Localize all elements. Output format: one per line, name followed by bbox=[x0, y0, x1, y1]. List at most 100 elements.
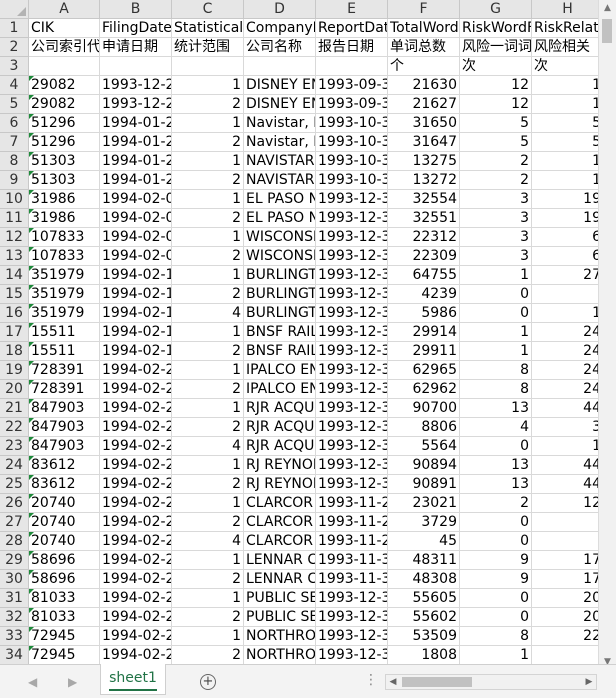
cell-c9[interactable]: 2 bbox=[172, 171, 244, 190]
cell-f15[interactable]: 4239 bbox=[388, 285, 460, 304]
cell-g8[interactable]: 2 bbox=[460, 152, 532, 171]
cell-e6[interactable]: 1993-10-3 bbox=[316, 114, 388, 133]
column-header-g[interactable]: G bbox=[460, 0, 532, 19]
cell-d11[interactable]: EL PASO N bbox=[244, 209, 316, 228]
cell-c17[interactable]: 1 bbox=[172, 323, 244, 342]
cell-a23[interactable]: 847903 bbox=[29, 437, 100, 456]
cell-c3[interactable] bbox=[172, 57, 244, 76]
cell-g19[interactable]: 8 bbox=[460, 361, 532, 380]
cell-f6[interactable]: 31650 bbox=[388, 114, 460, 133]
cell-e16[interactable]: 1993-12-3 bbox=[316, 304, 388, 323]
cell-b18[interactable]: 1994-02-1 bbox=[100, 342, 172, 361]
cell-e10[interactable]: 1993-12-3 bbox=[316, 190, 388, 209]
cell-h9[interactable]: 1 bbox=[532, 171, 598, 190]
cell-d4[interactable]: DISNEY EN bbox=[244, 76, 316, 95]
cell-f26[interactable]: 23021 bbox=[388, 494, 460, 513]
cell-g24[interactable]: 13 bbox=[460, 456, 532, 475]
cell-d31[interactable]: PUBLIC SEI bbox=[244, 589, 316, 608]
cell-h2[interactable]: 风险相关 bbox=[532, 38, 598, 57]
cell-b13[interactable]: 1994-02-0 bbox=[100, 247, 172, 266]
row-header-4[interactable]: 4 bbox=[0, 76, 29, 95]
row-header-17[interactable]: 17 bbox=[0, 323, 29, 342]
cell-d30[interactable]: LENNAR C bbox=[244, 570, 316, 589]
cell-d9[interactable]: NAVISTAR bbox=[244, 171, 316, 190]
cell-c32[interactable]: 2 bbox=[172, 608, 244, 627]
cell-c31[interactable]: 1 bbox=[172, 589, 244, 608]
cell-f32[interactable]: 55602 bbox=[388, 608, 460, 627]
cell-c13[interactable]: 2 bbox=[172, 247, 244, 266]
cell-d16[interactable]: BURLINGT bbox=[244, 304, 316, 323]
row-header-31[interactable]: 31 bbox=[0, 589, 29, 608]
column-header-h[interactable]: H bbox=[532, 0, 598, 19]
cell-g13[interactable]: 3 bbox=[460, 247, 532, 266]
row-header-12[interactable]: 12 bbox=[0, 228, 29, 247]
row-header-8[interactable]: 8 bbox=[0, 152, 29, 171]
cell-f28[interactable]: 45 bbox=[388, 532, 460, 551]
cell-e25[interactable]: 1993-12-3 bbox=[316, 475, 388, 494]
cell-f22[interactable]: 8806 bbox=[388, 418, 460, 437]
scroll-up-icon[interactable]: ▲ bbox=[599, 0, 616, 17]
cell-b29[interactable]: 1994-02-2 bbox=[100, 551, 172, 570]
row-header-30[interactable]: 30 bbox=[0, 570, 29, 589]
cell-b27[interactable]: 1994-02-2 bbox=[100, 513, 172, 532]
cell-h18[interactable]: 24 bbox=[532, 342, 598, 361]
cell-f33[interactable]: 53509 bbox=[388, 627, 460, 646]
cell-e24[interactable]: 1993-12-3 bbox=[316, 456, 388, 475]
cell-d12[interactable]: WISCONSI bbox=[244, 228, 316, 247]
cell-h26[interactable]: 12 bbox=[532, 494, 598, 513]
cell-g25[interactable]: 13 bbox=[460, 475, 532, 494]
tab-next-icon[interactable]: ▶ bbox=[68, 675, 77, 689]
cell-b6[interactable]: 1994-01-2 bbox=[100, 114, 172, 133]
cell-c16[interactable]: 4 bbox=[172, 304, 244, 323]
row-header-32[interactable]: 32 bbox=[0, 608, 29, 627]
cell-h5[interactable]: 1 bbox=[532, 95, 598, 114]
cell-f25[interactable]: 90891 bbox=[388, 475, 460, 494]
column-header-c[interactable]: C bbox=[172, 0, 244, 19]
tab-sheet1[interactable]: sheet1 bbox=[100, 664, 166, 695]
cell-e4[interactable]: 1993-09-3 bbox=[316, 76, 388, 95]
cell-a5[interactable]: 29082 bbox=[29, 95, 100, 114]
cell-f2[interactable]: 单词总数 bbox=[388, 38, 460, 57]
cell-h19[interactable]: 24 bbox=[532, 361, 598, 380]
cell-f19[interactable]: 62965 bbox=[388, 361, 460, 380]
cell-b30[interactable]: 1994-02-2 bbox=[100, 570, 172, 589]
cell-b3[interactable] bbox=[100, 57, 172, 76]
cell-a22[interactable]: 847903 bbox=[29, 418, 100, 437]
cell-g2[interactable]: 风险一词词 bbox=[460, 38, 532, 57]
cell-e31[interactable]: 1993-12-3 bbox=[316, 589, 388, 608]
cell-g18[interactable]: 1 bbox=[460, 342, 532, 361]
row-header-23[interactable]: 23 bbox=[0, 437, 29, 456]
cell-h10[interactable]: 19 bbox=[532, 190, 598, 209]
cell-c4[interactable]: 1 bbox=[172, 76, 244, 95]
cell-e26[interactable]: 1993-11-2 bbox=[316, 494, 388, 513]
cell-e5[interactable]: 1993-09-3 bbox=[316, 95, 388, 114]
cell-g34[interactable]: 1 bbox=[460, 646, 532, 664]
cell-f10[interactable]: 32554 bbox=[388, 190, 460, 209]
cell-d2[interactable]: 公司名称 bbox=[244, 38, 316, 57]
cell-c15[interactable]: 2 bbox=[172, 285, 244, 304]
cell-b32[interactable]: 1994-02-2 bbox=[100, 608, 172, 627]
cell-d6[interactable]: Navistar, Ir bbox=[244, 114, 316, 133]
cell-a33[interactable]: 72945 bbox=[29, 627, 100, 646]
row-header-28[interactable]: 28 bbox=[0, 532, 29, 551]
cell-g6[interactable]: 5 bbox=[460, 114, 532, 133]
cell-g22[interactable]: 4 bbox=[460, 418, 532, 437]
cell-h34[interactable] bbox=[532, 646, 598, 664]
cell-e22[interactable]: 1993-12-3 bbox=[316, 418, 388, 437]
cell-a6[interactable]: 51296 bbox=[29, 114, 100, 133]
cell-b31[interactable]: 1994-02-2 bbox=[100, 589, 172, 608]
cell-f7[interactable]: 31647 bbox=[388, 133, 460, 152]
vertical-scrollbar[interactable]: ▲ ▼ bbox=[598, 0, 616, 672]
cell-g1[interactable]: RiskWordF bbox=[460, 19, 532, 38]
row-header-13[interactable]: 13 bbox=[0, 247, 29, 266]
cell-f5[interactable]: 21627 bbox=[388, 95, 460, 114]
cell-e20[interactable]: 1993-12-3 bbox=[316, 380, 388, 399]
spreadsheet-grid[interactable]: ABCDEFGH 1 2 3 4 5 6 7 8 9 10 11 12 13 14 15 16 17 18 19 20… bbox=[0, 0, 598, 664]
cell-g27[interactable]: 0 bbox=[460, 513, 532, 532]
cell-a4[interactable]: 29082 bbox=[29, 76, 100, 95]
cell-c1[interactable]: StatisticalS bbox=[172, 19, 244, 38]
cell-b26[interactable]: 1994-02-2 bbox=[100, 494, 172, 513]
cell-b1[interactable]: FilingDate bbox=[100, 19, 172, 38]
cell-f29[interactable]: 48311 bbox=[388, 551, 460, 570]
cell-b20[interactable]: 1994-02-2 bbox=[100, 380, 172, 399]
